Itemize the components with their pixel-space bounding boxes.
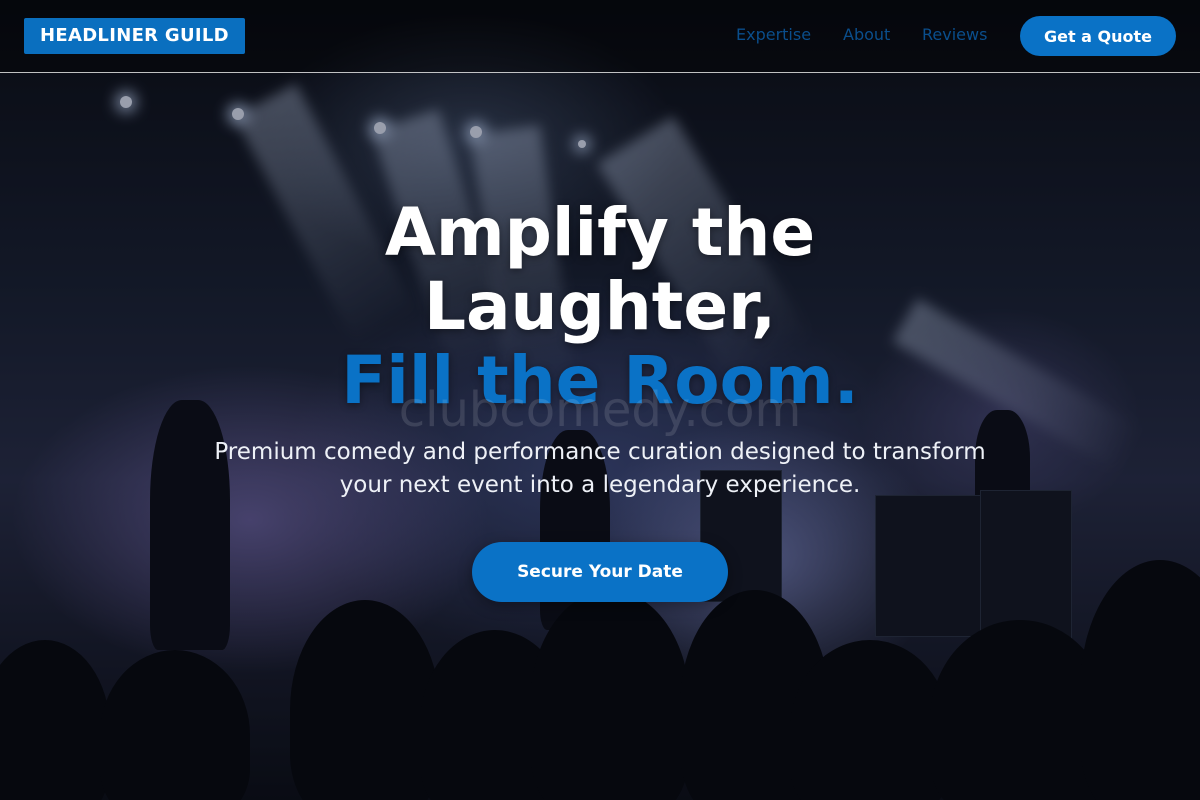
- headline-line-2: Laughter,: [423, 268, 777, 345]
- watermark-text: clubcomedy.com: [398, 382, 802, 438]
- secure-your-date-button[interactable]: Secure Your Date: [472, 542, 728, 602]
- hero-section: Amplify the Laughter, Fill the Room. clu…: [0, 0, 1200, 800]
- headline-line-1: Amplify the: [384, 194, 816, 271]
- hero-subtitle: Premium comedy and performance curation …: [214, 439, 986, 498]
